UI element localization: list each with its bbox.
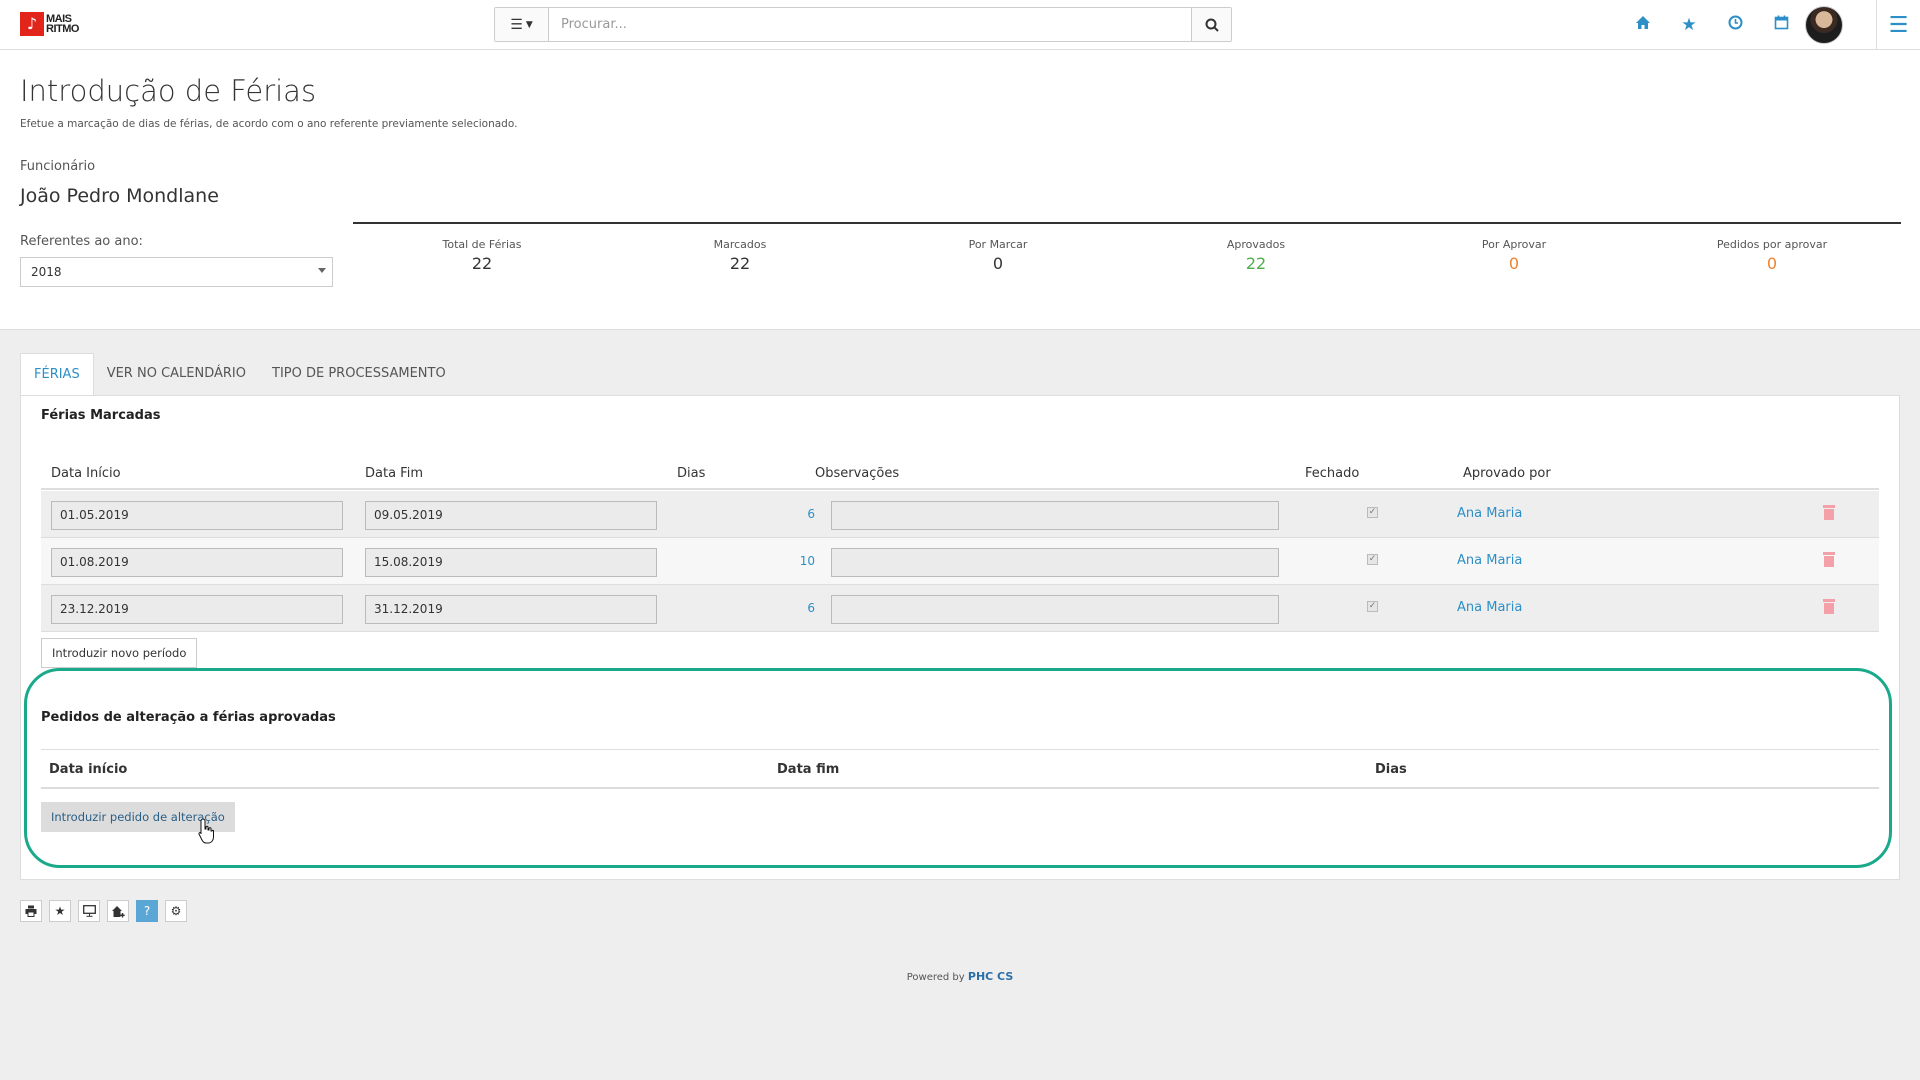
logo[interactable]: ♪ MAIS RITMO <box>20 12 86 36</box>
hamburger-menu-icon[interactable]: ☰ <box>1876 0 1920 50</box>
dias-value[interactable]: 6 <box>775 507 815 521</box>
top-bar: ♪ MAIS RITMO ☰▼ ★ ☰ <box>0 0 1920 50</box>
ferias-marcadas-title: Férias Marcadas <box>41 408 161 423</box>
table-row: 01.05.2019 09.05.2019 6 ✓ Ana Maria <box>41 491 1879 538</box>
avatar[interactable] <box>1805 6 1843 44</box>
fechado-checkbox[interactable]: ✓ <box>1367 601 1378 612</box>
tab-bar: FÉRIAS VER NO CALENDÁRIO TIPO DE PROCESS… <box>20 353 459 395</box>
data-inicio-field[interactable]: 23.12.2019 <box>51 595 343 624</box>
introduzir-novo-periodo-button[interactable]: Introduzir novo período <box>41 638 198 668</box>
year-label: Referentes ao ano: <box>20 234 143 249</box>
fechado-checkbox[interactable]: ✓ <box>1367 507 1378 518</box>
dias-value[interactable]: 10 <box>775 554 815 568</box>
help-icon[interactable]: ? <box>136 900 158 922</box>
stat-total: Total de Férias 22 <box>442 238 522 273</box>
tab-ferias[interactable]: FÉRIAS <box>20 353 94 395</box>
star-icon[interactable]: ★ <box>1666 15 1712 35</box>
employee-label: Funcionário <box>20 159 96 174</box>
powered-by: Powered by PHC CS <box>906 970 1014 983</box>
stats-bar: Total de Férias 22 Marcados 22 Por Marca… <box>353 222 1901 273</box>
music-note-icon: ♪ <box>20 12 44 36</box>
gear-icon[interactable]: ⚙ <box>165 900 187 922</box>
data-inicio-field[interactable]: 01.08.2019 <box>51 548 343 577</box>
bottom-toolbar: ★ ? ⚙ <box>20 900 194 922</box>
hand-cursor-icon <box>198 818 214 844</box>
monitor-icon[interactable] <box>78 900 100 922</box>
data-fim-field[interactable]: 15.08.2019 <box>365 548 657 577</box>
year-select[interactable]: 2018 <box>20 257 333 287</box>
search-bar: ☰ ▼ <box>494 7 1232 42</box>
trash-icon[interactable] <box>1823 599 1835 614</box>
dias-value[interactable]: 6 <box>775 601 815 615</box>
page-subtitle: Efetue a marcação de dias de férias, de … <box>20 118 518 130</box>
stat-aprovados: Aprovados 22 <box>1226 238 1286 273</box>
table-row: 23.12.2019 31.12.2019 6 ✓ Ana Maria <box>41 585 1879 632</box>
search-button[interactable] <box>1191 8 1231 41</box>
caret-down-icon <box>318 268 326 273</box>
stat-marcados: Marcados 22 <box>713 238 767 273</box>
observacoes-field[interactable] <box>831 501 1279 530</box>
star-icon[interactable]: ★ <box>49 900 71 922</box>
observacoes-field[interactable] <box>831 595 1279 624</box>
page-header: Introdução de Férias Efetue a marcação d… <box>0 50 1920 330</box>
list-icon: ☰ <box>510 16 523 33</box>
search-scope-dropdown[interactable]: ☰ ▼ <box>495 8 549 41</box>
clock-icon[interactable] <box>1712 15 1758 35</box>
data-fim-field[interactable]: 09.05.2019 <box>365 501 657 530</box>
fechado-checkbox[interactable]: ✓ <box>1367 554 1378 565</box>
caret-down-icon: ▼ <box>525 19 533 30</box>
employee-name: João Pedro Mondlane <box>20 185 219 207</box>
home-icon[interactable] <box>1620 15 1666 35</box>
data-inicio-field[interactable]: 01.05.2019 <box>51 501 343 530</box>
aprovado-por-link[interactable]: Ana Maria <box>1457 553 1522 568</box>
trash-icon[interactable] <box>1823 552 1835 567</box>
aprovado-por-link[interactable]: Ana Maria <box>1457 600 1522 615</box>
page-title: Introdução de Férias <box>20 74 317 108</box>
phc-link[interactable]: PHC CS <box>968 970 1013 983</box>
stat-por-marcar: Por Marcar 0 <box>968 238 1028 273</box>
highlight-outline <box>24 668 1892 868</box>
stat-pedidos-por-aprovar: Pedidos por aprovar 0 <box>1716 238 1828 273</box>
tab-tipo-de-processamento[interactable]: TIPO DE PROCESSAMENTO <box>259 353 459 395</box>
stat-por-aprovar: Por Aprovar 0 <box>1481 238 1547 273</box>
calendar-icon[interactable] <box>1758 15 1804 35</box>
tab-ver-no-calendario[interactable]: VER NO CALENDÁRIO <box>94 353 259 395</box>
home-add-icon[interactable] <box>107 900 129 922</box>
print-icon[interactable] <box>20 900 42 922</box>
table-row: 01.08.2019 15.08.2019 10 ✓ Ana Maria <box>41 538 1879 585</box>
search-icon <box>1205 18 1219 32</box>
observacoes-field[interactable] <box>831 548 1279 577</box>
search-input[interactable] <box>549 8 1191 41</box>
top-icons: ★ <box>1620 0 1804 50</box>
data-fim-field[interactable]: 31.12.2019 <box>365 595 657 624</box>
trash-icon[interactable] <box>1823 505 1835 520</box>
ferias-table-header: Data Início Data Fim Dias Observações Fe… <box>41 456 1879 490</box>
aprovado-por-link[interactable]: Ana Maria <box>1457 506 1522 521</box>
